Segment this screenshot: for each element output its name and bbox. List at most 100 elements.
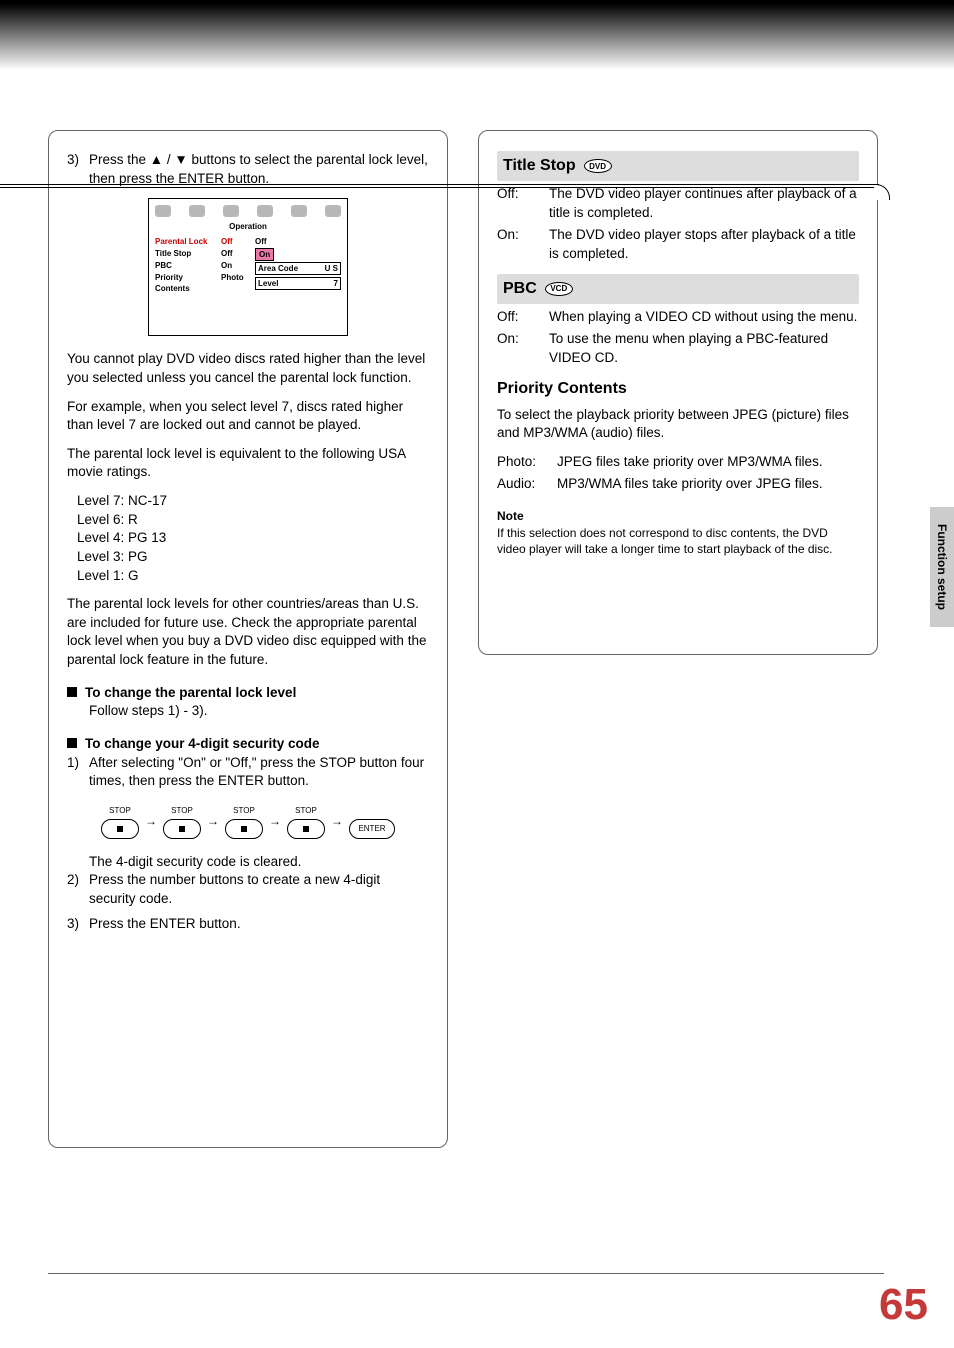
- osd-item-label: Title Stop: [155, 248, 215, 259]
- rating-item: Level 6: R: [77, 511, 429, 530]
- osd-item-label: Parental Lock: [155, 236, 215, 247]
- ratings-list: Level 7: NC-17 Level 6: R Level 4: PG 13…: [77, 492, 429, 585]
- section-title: PBC: [503, 278, 537, 300]
- osd-item-label: PBC: [155, 260, 215, 271]
- osd-title: Operation: [149, 221, 347, 232]
- rating-item: Level 4: PG 13: [77, 529, 429, 548]
- stop-icon: [101, 819, 139, 839]
- stop-button-graphic: STOP: [101, 805, 139, 839]
- note-text: If this selection does not correspond to…: [497, 525, 859, 557]
- step-number: 3): [67, 915, 89, 934]
- subheading-text: To change your 4-digit security code: [85, 735, 320, 754]
- step-text: Press the ENTER button.: [89, 915, 429, 934]
- code-step2: 2) Press the number buttons to create a …: [67, 871, 429, 908]
- def-value: JPEG files take priority over MP3/WMA fi…: [557, 453, 859, 472]
- osd-item-value: Off: [221, 248, 249, 259]
- code-step1: 1) After selecting "On" or "Off," press …: [67, 754, 429, 791]
- def-label: Audio:: [497, 475, 557, 494]
- rating-item: Level 3: PG: [77, 548, 429, 567]
- step-3: 3) Press the ▲ / ▼ buttons to select the…: [67, 151, 429, 188]
- section-title: Title Stop: [503, 155, 576, 177]
- side-tab-label: Function setup: [935, 524, 949, 610]
- stop-icon: [225, 819, 263, 839]
- def-label: Photo:: [497, 453, 557, 472]
- section-priority-contents: Priority Contents: [497, 378, 859, 400]
- def-value: To use the menu when playing a PBC-featu…: [549, 330, 859, 367]
- pc-photo: Photo: JPEG files take priority over MP3…: [497, 453, 859, 472]
- step-number: 1): [67, 754, 89, 791]
- stop-button-graphic: STOP: [225, 805, 263, 839]
- stop-icon: [163, 819, 201, 839]
- stop-label: STOP: [233, 805, 255, 816]
- square-bullet-icon: [67, 687, 77, 697]
- arrow-icon: →: [269, 813, 281, 830]
- pc-audio: Audio: MP3/WMA files take priority over …: [497, 475, 859, 494]
- osd-area-code: Area CodeU S: [255, 262, 341, 275]
- page-number: 65: [879, 1280, 928, 1330]
- bottom-rule: [48, 1273, 884, 1274]
- def-label: On:: [497, 226, 549, 263]
- stop-icon: [287, 819, 325, 839]
- arrow-icon: →: [207, 813, 219, 830]
- section-pbc: PBC VCD: [497, 274, 859, 304]
- osd-item-value: On: [221, 260, 249, 271]
- follow-text: Follow steps 1) - 3).: [89, 702, 429, 721]
- paragraph: The parental lock level is equivalent to…: [67, 445, 429, 482]
- button-sequence: STOP → STOP → STOP → STOP → ENTER: [67, 805, 429, 839]
- osd-item-label: Priority Contents: [155, 272, 215, 294]
- osd-level: Level7: [255, 277, 341, 290]
- stop-button-graphic: STOP: [163, 805, 201, 839]
- step-text: Press the number buttons to create a new…: [89, 871, 429, 908]
- stop-button-graphic: STOP: [287, 805, 325, 839]
- left-panel: 3) Press the ▲ / ▼ buttons to select the…: [48, 130, 448, 1148]
- stop-label: STOP: [295, 805, 317, 816]
- pc-description: To select the playback priority between …: [497, 406, 859, 443]
- def-value: The DVD video player stops after playbac…: [549, 226, 859, 263]
- header-rule: [0, 184, 879, 196]
- title-stop-on: On: The DVD video player stops after pla…: [497, 226, 859, 263]
- top-gradient: [0, 0, 954, 70]
- cleared-text: The 4-digit security code is cleared.: [89, 853, 429, 872]
- square-bullet-icon: [67, 738, 77, 748]
- arrow-icon: →: [331, 813, 343, 830]
- osd-item-value: Photo: [221, 272, 249, 283]
- stop-label: STOP: [109, 805, 131, 816]
- step-number: 2): [67, 871, 89, 908]
- section-title-stop: Title Stop DVD: [497, 151, 859, 181]
- pbc-off: Off: When playing a VIDEO CD without usi…: [497, 308, 859, 327]
- section-title: Priority Contents: [497, 378, 627, 400]
- def-value: When playing a VIDEO CD without using th…: [549, 308, 859, 327]
- enter-icon: ENTER: [349, 819, 395, 839]
- def-label: Off:: [497, 308, 549, 327]
- paragraph: For example, when you select level 7, di…: [67, 398, 429, 435]
- dvd-badge-icon: DVD: [584, 159, 612, 173]
- page-content: 3) Press the ▲ / ▼ buttons to select the…: [0, 70, 954, 1148]
- note-heading: Note: [497, 508, 859, 525]
- osd-submenu: Off On Area CodeU S Level7: [255, 236, 341, 295]
- paragraph: You cannot play DVD video discs rated hi…: [67, 350, 429, 387]
- osd-labels: Parental Lock Title Stop PBC Priority Co…: [155, 236, 215, 295]
- paragraph: The parental lock levels for other count…: [67, 595, 429, 670]
- enter-button-graphic: ENTER: [349, 805, 395, 839]
- code-step3: 3) Press the ENTER button.: [67, 915, 429, 934]
- osd-values: Off Off On Photo: [221, 236, 249, 295]
- stop-label: STOP: [171, 805, 193, 816]
- rating-item: Level 7: NC-17: [77, 492, 429, 511]
- subheading-text: To change the parental lock level: [85, 684, 296, 703]
- osd-item-value: Off: [221, 236, 249, 247]
- subheading-change-code: To change your 4-digit security code: [67, 735, 429, 754]
- def-label: On:: [497, 330, 549, 367]
- step-number: 3): [67, 151, 89, 188]
- rating-item: Level 1: G: [77, 567, 429, 586]
- vcd-badge-icon: VCD: [545, 282, 573, 296]
- step-text: Press the ▲ / ▼ buttons to select the pa…: [89, 151, 429, 188]
- osd-tab-icons: [149, 199, 347, 221]
- def-value: MP3/WMA files take priority over JPEG fi…: [557, 475, 859, 494]
- osd-screenshot: Operation Parental Lock Title Stop PBC P…: [148, 198, 348, 336]
- step-text: After selecting "On" or "Off," press the…: [89, 754, 429, 791]
- right-panel: Title Stop DVD Off: The DVD video player…: [478, 130, 878, 655]
- side-tab: Function setup: [930, 507, 954, 627]
- osd-sub-off: Off: [255, 236, 341, 247]
- spacer: [371, 805, 373, 816]
- subheading-change-level: To change the parental lock level: [67, 684, 429, 703]
